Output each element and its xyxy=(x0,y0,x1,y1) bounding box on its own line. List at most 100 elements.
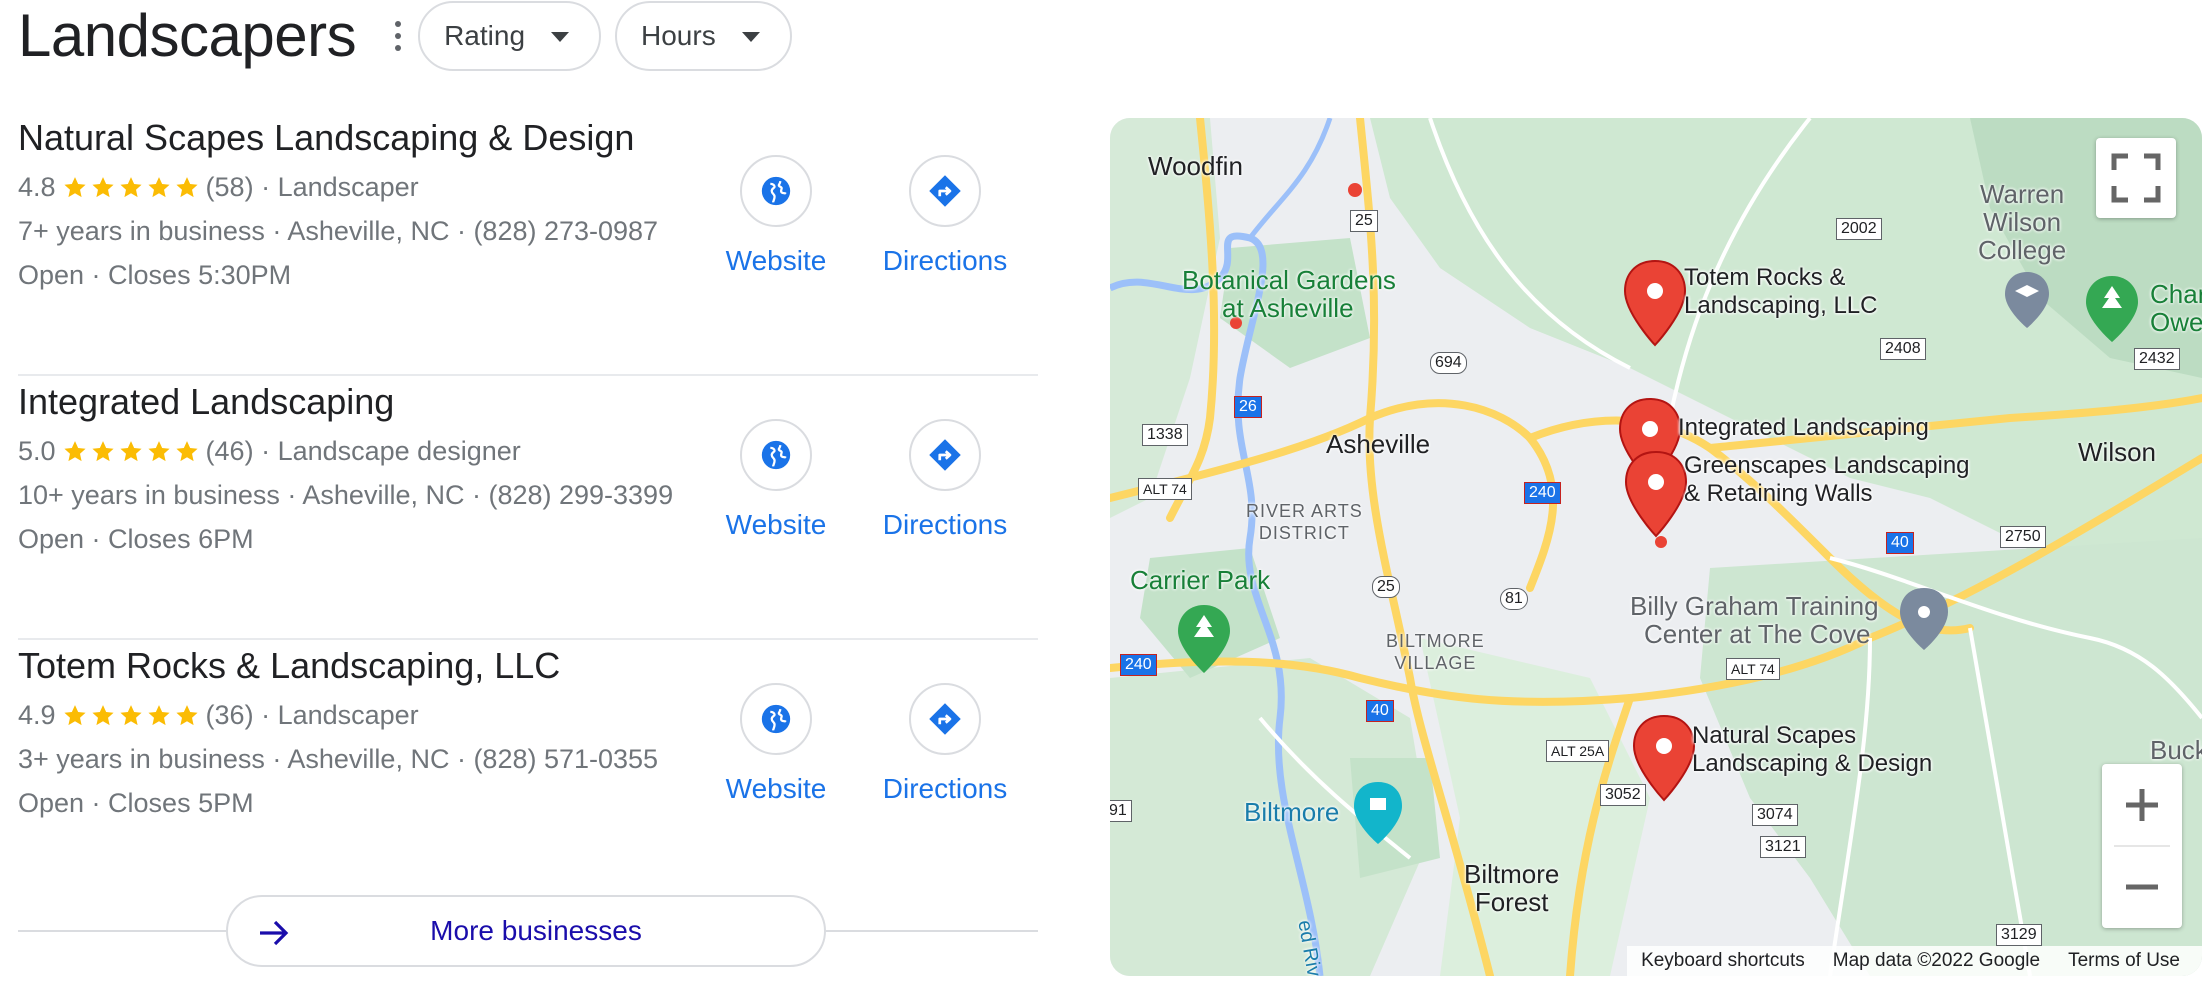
map-data-text: Map data ©2022 Google xyxy=(1832,950,2041,971)
interstate-shield: 240 xyxy=(1120,654,1157,676)
business-details: 10+ years in business · Asheville, NC · … xyxy=(18,480,674,510)
keyboard-shortcuts-link[interactable]: Keyboard shortcuts xyxy=(1627,950,1819,972)
pin-label-natural[interactable]: Natural Scapes Landscaping & Design xyxy=(1692,722,1932,778)
road-shield: 3074 xyxy=(1752,804,1798,826)
more-businesses-label: More businesses xyxy=(430,915,642,946)
website-label: Website xyxy=(725,773,827,804)
business-result: Natural Scapes Landscaping & Design 4.8 … xyxy=(18,112,1038,376)
star-icon xyxy=(63,704,86,725)
directions-button[interactable]: Directions xyxy=(875,155,1015,277)
website-label: Website xyxy=(725,509,827,540)
star-icon xyxy=(63,176,86,197)
directions-button[interactable]: Directions xyxy=(875,419,1015,541)
caret-down-icon xyxy=(551,32,570,42)
map-view[interactable]: Woodfin Botanical Gardens at Asheville As… xyxy=(1110,118,2202,976)
pin-label-greenscapes[interactable]: Greenscapes Landscaping & Retaining Walls xyxy=(1684,452,1970,508)
business-details: 7+ years in business · Asheville, NC · (… xyxy=(18,216,659,246)
star-icon xyxy=(91,440,114,461)
place-label-carrier-park[interactable]: Carrier Park xyxy=(1130,566,1270,594)
rating-filter-chip[interactable]: Rating xyxy=(418,1,602,71)
star-icon xyxy=(91,176,114,197)
place-label-buck[interactable]: Buck xyxy=(2150,736,2202,764)
directions-icon xyxy=(929,703,961,735)
road-shield: ALT 25A xyxy=(1546,740,1610,762)
website-button[interactable]: Website xyxy=(706,419,846,541)
business-name[interactable]: Natural Scapes Landscaping & Design xyxy=(18,117,634,159)
road-shield: 81 xyxy=(1500,588,1528,610)
more-options-icon[interactable] xyxy=(392,21,404,51)
business-hours: Open · Closes 6PM xyxy=(18,524,254,554)
rating-value: 4.8 xyxy=(18,172,56,202)
directions-label: Directions xyxy=(882,773,1008,804)
place-label-river-arts[interactable]: RIVER ARTS DISTRICT xyxy=(1246,500,1363,544)
map-attribution: Keyboard shortcuts Map data ©2022 Google… xyxy=(1627,946,2202,976)
place-label-char-owen[interactable]: CharOwen xyxy=(2150,280,2202,336)
minus-icon xyxy=(2126,884,2158,890)
road-shield: 3129 xyxy=(1996,924,2042,946)
hours-filter-label: Hours xyxy=(641,20,716,51)
business-hours: Open · Closes 5:30PM xyxy=(18,260,292,290)
website-button[interactable]: Website xyxy=(706,155,846,277)
pin-label-integrated[interactable]: Integrated Landscaping xyxy=(1678,414,1929,442)
results-header: Landscapers Rating Hours xyxy=(18,0,792,72)
business-category: · Landscape designer xyxy=(261,436,521,466)
place-label-botanical[interactable]: Botanical Gardens at Asheville xyxy=(1182,266,1396,322)
rating-value: 4.9 xyxy=(18,700,56,730)
star-icon xyxy=(147,176,170,197)
globe-icon xyxy=(761,176,791,206)
more-businesses-button[interactable]: More businesses xyxy=(226,895,826,967)
page-title: Landscapers xyxy=(18,2,357,69)
rating-filter-label: Rating xyxy=(444,20,526,51)
website-label: Website xyxy=(725,245,827,276)
star-icon xyxy=(91,704,114,725)
zoom-control xyxy=(2102,764,2182,928)
road-shield: 2408 xyxy=(1880,338,1926,360)
fullscreen-button[interactable] xyxy=(2096,138,2176,218)
road-shield: 694 xyxy=(1430,352,1467,374)
directions-label: Directions xyxy=(882,509,1008,540)
business-result: Integrated Landscaping 5.0 (46) · Landsc… xyxy=(18,376,1038,640)
star-icon xyxy=(119,704,142,725)
interstate-shield: 40 xyxy=(1366,700,1394,722)
road-shield: 2432 xyxy=(2134,348,2180,370)
directions-button[interactable]: Directions xyxy=(875,683,1015,805)
place-label-biltmore-forest[interactable]: Biltmore Forest xyxy=(1464,860,1559,916)
more-businesses-row: More businesses xyxy=(18,895,1038,967)
hours-filter-chip[interactable]: Hours xyxy=(615,1,792,71)
business-details: 3+ years in business · Asheville, NC · (… xyxy=(18,744,659,774)
road-shield: 1338 xyxy=(1142,424,1188,446)
globe-icon xyxy=(761,704,791,734)
star-icon xyxy=(175,176,198,197)
review-count[interactable]: (36) xyxy=(206,700,254,731)
website-button[interactable]: Website xyxy=(706,683,846,805)
star-icon xyxy=(147,704,170,725)
business-category: · Landscaper xyxy=(261,700,419,730)
caret-down-icon xyxy=(741,32,760,42)
pin-label-totem[interactable]: Totem Rocks & Landscaping, LLC xyxy=(1684,264,1877,320)
zoom-out-button[interactable] xyxy=(2102,847,2182,928)
star-icon xyxy=(119,176,142,197)
place-label-warren-wilson[interactable]: Warren Wilson College xyxy=(1978,180,2066,264)
rating-line: 5.0 (46) · Landscape designer xyxy=(18,436,521,467)
place-label-woodfin[interactable]: Woodfin xyxy=(1148,152,1243,180)
road-shield: 2002 xyxy=(1836,218,1882,240)
road-shield: 2750 xyxy=(2000,526,2046,548)
review-count[interactable]: (46) xyxy=(206,436,254,467)
plus-icon xyxy=(2126,788,2158,821)
star-icon xyxy=(147,440,170,461)
zoom-in-button[interactable] xyxy=(2102,764,2182,845)
road-shield: ALT 74 xyxy=(1138,478,1192,500)
place-label-wilson[interactable]: Wilson xyxy=(2078,438,2156,466)
road-shield: 25 xyxy=(1372,576,1400,598)
place-label-asheville[interactable]: Asheville xyxy=(1326,430,1430,458)
place-label-biltmore-village[interactable]: BILTMORE VILLAGE xyxy=(1386,630,1485,674)
business-name[interactable]: Integrated Landscaping xyxy=(18,381,394,423)
place-label-biltmore[interactable]: Biltmore xyxy=(1244,798,1339,826)
star-icon xyxy=(175,440,198,461)
terms-of-use-link[interactable]: Terms of Use xyxy=(2054,950,2194,972)
business-name[interactable]: Totem Rocks & Landscaping, LLC xyxy=(18,645,560,687)
place-label-billy-graham[interactable]: Billy Graham Training Center at The Cove xyxy=(1630,592,1879,648)
review-count[interactable]: (58) xyxy=(206,172,254,203)
globe-icon xyxy=(761,440,791,470)
star-icon xyxy=(63,440,86,461)
